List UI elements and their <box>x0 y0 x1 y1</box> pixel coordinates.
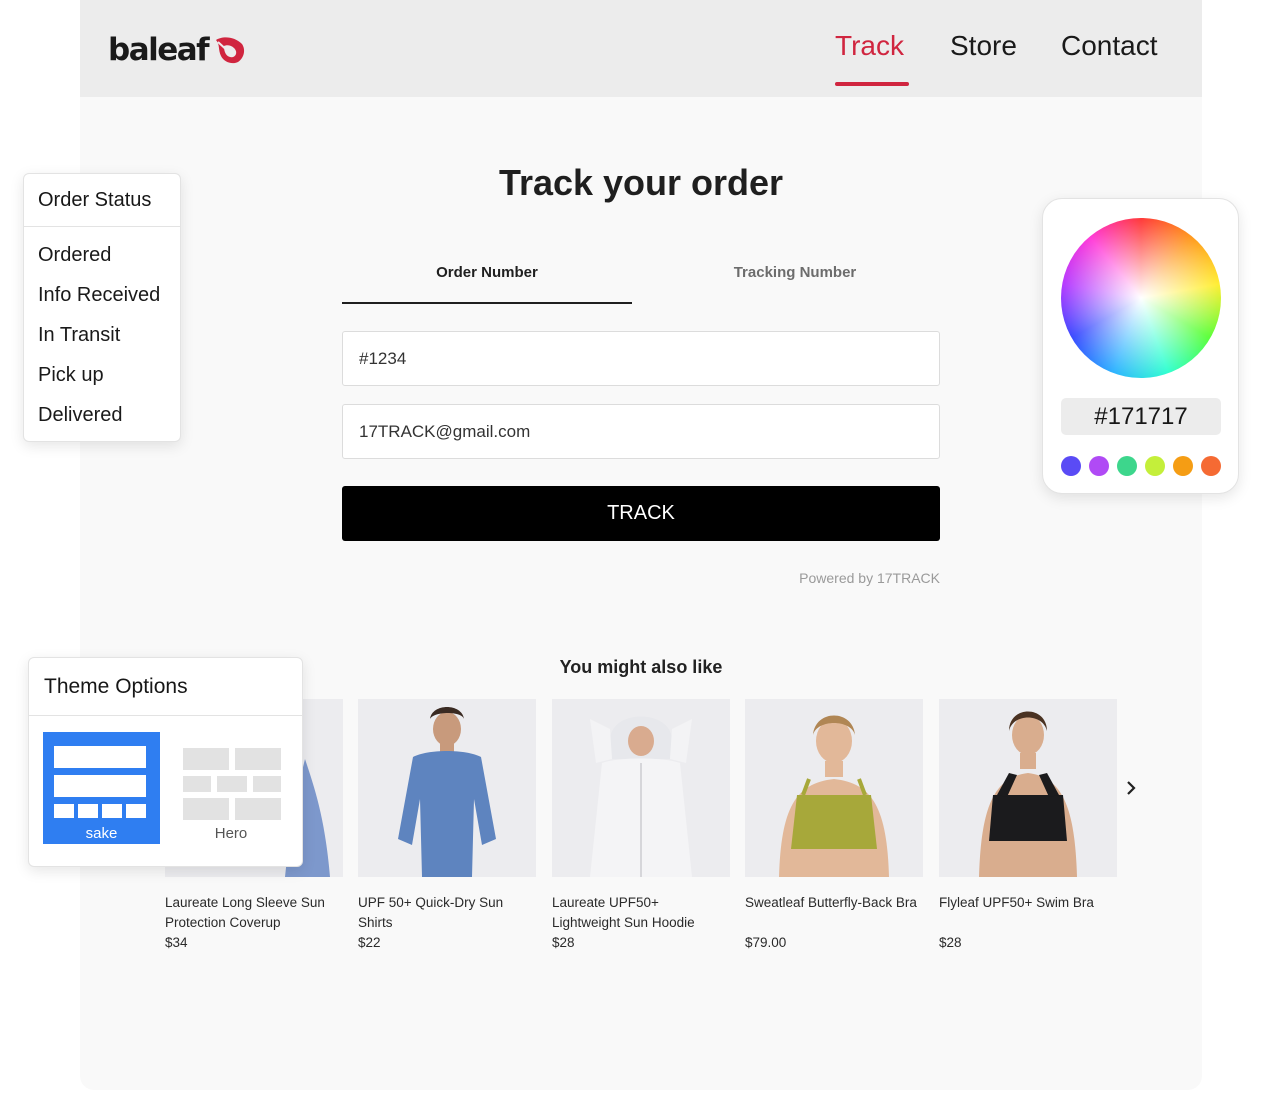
layout-block <box>78 804 98 818</box>
brand-logo-text: baleaf <box>108 32 210 68</box>
product-name[interactable]: Laureate Long Sleeve Sun Protection Cove… <box>165 893 343 933</box>
product-price: $34 <box>165 935 188 950</box>
layout-block <box>54 804 74 818</box>
status-item-info-received[interactable]: Info Received <box>24 275 180 315</box>
theme-options-panel: Theme Options sake Hero <box>28 657 303 867</box>
color-swatch[interactable] <box>1089 456 1109 476</box>
layout-block <box>235 748 281 770</box>
product-image[interactable] <box>358 699 536 877</box>
theme-option-sake[interactable]: sake <box>43 732 160 844</box>
product-name[interactable]: Laureate UPF50+ Lightweight Sun Hoodie <box>552 893 730 933</box>
tab-tracking-number[interactable]: Tracking Number <box>650 264 940 281</box>
theme-options-title: Theme Options <box>29 658 302 716</box>
product-price: $28 <box>552 935 575 950</box>
tab-order-number[interactable]: Order Number <box>342 264 632 281</box>
nav-contact[interactable]: Contact <box>1061 30 1158 70</box>
status-item-delivered[interactable]: Delivered <box>24 395 180 435</box>
status-item-pick-up[interactable]: Pick up <box>24 355 180 395</box>
theme-option-label: Hero <box>214 825 248 842</box>
product-image[interactable] <box>939 699 1117 877</box>
layout-block <box>102 804 122 818</box>
layout-bar <box>54 775 146 797</box>
theme-option-label: sake <box>85 825 118 842</box>
product-card[interactable]: UPF 50+ Quick-Dry Sun Shirts $22 <box>358 699 536 950</box>
order-status-panel: Order Status Ordered Info Received In Tr… <box>23 173 181 442</box>
status-item-ordered[interactable]: Ordered <box>24 235 180 275</box>
product-name[interactable]: Sweatleaf Butterfly-Back Bra <box>745 893 923 933</box>
color-swatch[interactable] <box>1145 456 1165 476</box>
color-swatch[interactable] <box>1117 456 1137 476</box>
site-header: baleaf Track Store Contact <box>80 0 1202 97</box>
page-title: Track your order <box>498 162 784 203</box>
email-input[interactable]: 17TRACK@gmail.com <box>342 404 940 459</box>
color-wheel[interactable] <box>1061 218 1221 378</box>
chevron-right-icon[interactable] <box>1124 776 1140 800</box>
color-swatch[interactable] <box>1061 456 1081 476</box>
order-number-input[interactable]: #1234 <box>342 331 940 386</box>
leaf-logo-icon <box>216 37 245 64</box>
layout-block <box>183 798 229 820</box>
layout-block <box>126 804 146 818</box>
track-button[interactable]: TRACK <box>342 486 940 541</box>
layout-bar <box>54 746 146 768</box>
product-image[interactable] <box>745 699 923 877</box>
brand-logo[interactable]: baleaf <box>108 28 248 72</box>
hex-color-input[interactable]: #171717 <box>1061 398 1221 435</box>
nav-active-indicator <box>835 82 909 86</box>
color-picker-panel: #171717 <box>1042 198 1239 494</box>
product-card[interactable]: Laureate UPF50+ Lightweight Sun Hoodie $… <box>552 699 730 950</box>
store-page: baleaf Track Store Contact Track your or… <box>80 0 1202 1090</box>
color-swatch[interactable] <box>1201 456 1221 476</box>
order-status-title: Order Status <box>24 174 180 227</box>
active-tab-indicator <box>342 302 632 304</box>
layout-block <box>253 776 281 792</box>
layout-block <box>183 748 229 770</box>
status-item-in-transit[interactable]: In Transit <box>24 315 180 355</box>
product-name[interactable]: UPF 50+ Quick-Dry Sun Shirts <box>358 893 536 933</box>
color-swatch[interactable] <box>1173 456 1193 476</box>
product-card[interactable]: Sweatleaf Butterfly-Back Bra $79.00 <box>745 699 923 950</box>
product-name[interactable]: Flyleaf UPF50+ Swim Bra <box>939 893 1117 933</box>
layout-block <box>217 776 247 792</box>
product-card[interactable]: Flyleaf UPF50+ Swim Bra $28 <box>939 699 1117 950</box>
product-price: $28 <box>939 935 962 950</box>
nav-track[interactable]: Track <box>835 30 904 70</box>
product-price: $22 <box>358 935 381 950</box>
product-image[interactable] <box>552 699 730 877</box>
powered-by-text: Powered by 17TRACK <box>799 570 940 586</box>
theme-option-hero[interactable]: Hero <box>179 732 289 844</box>
layout-block <box>235 798 281 820</box>
product-price: $79.00 <box>745 935 787 950</box>
layout-block <box>183 776 211 792</box>
nav-store[interactable]: Store <box>950 30 1017 70</box>
